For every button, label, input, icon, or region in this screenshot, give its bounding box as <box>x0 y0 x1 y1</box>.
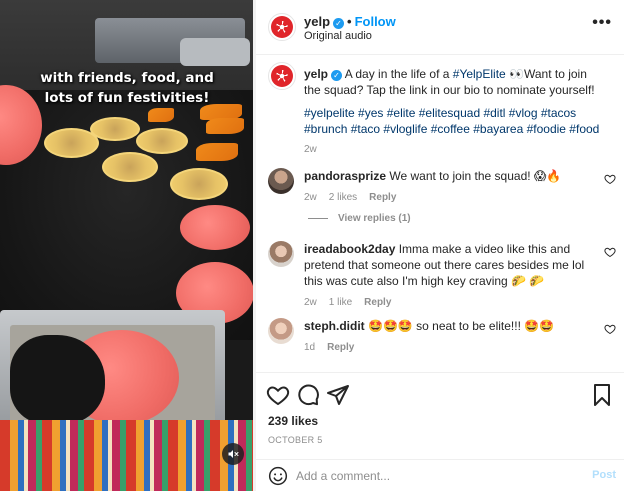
heart-icon[interactable] <box>604 173 616 185</box>
emoji-icon[interactable] <box>268 466 288 486</box>
yelp-logo-icon <box>271 65 293 87</box>
caption-hashtags[interactable]: #yelpelite #yes #elite #elitesquad #ditl… <box>304 105 604 137</box>
overlay-line-2: lots of fun festivities! <box>44 90 210 106</box>
comment-meta: 2w 1 like Reply <box>304 295 596 311</box>
post-details-panel: yelp ✓ • Follow Original audio ••• yelp ✓ A … <box>256 0 624 491</box>
audio-label[interactable]: Original audio <box>304 30 372 42</box>
comment-icon[interactable] <box>296 383 320 407</box>
caption-inline-hashtag[interactable]: #YelpElite <box>453 67 506 81</box>
comment-body: steph.didit 🤩🤩🤩 so neat to be elite!!! 🤩… <box>304 318 596 356</box>
fried-taco-image <box>196 143 238 161</box>
comment-username[interactable]: ireadabook2day <box>304 242 395 256</box>
view-replies-label: View replies (1) <box>338 213 411 224</box>
comment-body: pandorasprize We want to join the squad!… <box>304 168 596 206</box>
comment-likes[interactable]: 2 likes <box>329 192 357 203</box>
verified-badge-icon: ✓ <box>333 18 345 29</box>
avatar[interactable] <box>268 241 294 267</box>
overlay-line-1: with friends, food, and <box>40 70 214 86</box>
comment-meta: 1d Reply <box>304 340 596 356</box>
taco-image <box>90 117 140 141</box>
add-comment-bar: Post <box>256 459 624 491</box>
post-caption: yelp ✓ A day in the life of a #YelpElite … <box>304 66 604 158</box>
separator-dot: • <box>347 14 352 29</box>
replies-divider-line <box>308 217 328 219</box>
reply-button[interactable]: Reply <box>364 297 391 308</box>
taco-image <box>136 128 188 154</box>
caption-username[interactable]: yelp <box>304 67 328 81</box>
comment-likes[interactable]: 1 like <box>329 297 352 308</box>
mute-button[interactable] <box>222 443 244 465</box>
taco-image <box>170 168 228 200</box>
avatar[interactable] <box>268 13 296 41</box>
comment-time: 2w <box>304 297 317 308</box>
heart-icon[interactable] <box>604 246 616 258</box>
post-actions-bar <box>256 372 624 417</box>
verified-badge-icon: ✓ <box>331 70 343 81</box>
comment-text: We want to join the squad! 😱🔥 <box>389 169 562 183</box>
header-user-line: yelp ✓ • Follow <box>304 14 396 29</box>
reply-button[interactable]: Reply <box>369 192 396 203</box>
reply-button[interactable]: Reply <box>327 342 354 353</box>
serape-blanket <box>0 420 253 491</box>
follow-button[interactable]: Follow <box>355 14 396 29</box>
share-icon[interactable] <box>326 383 350 407</box>
post-date: OCTOBER 5 <box>268 435 323 445</box>
comment-input[interactable] <box>296 466 566 486</box>
post-button[interactable]: Post <box>592 469 616 481</box>
pot-image <box>180 38 250 66</box>
comment-time: 2w <box>304 192 317 203</box>
bookmark-icon[interactable] <box>590 383 614 407</box>
header-username[interactable]: yelp <box>304 14 330 29</box>
yelp-logo-icon <box>271 16 293 38</box>
avatar[interactable] <box>268 168 294 194</box>
video-player[interactable]: with friends, food, and lots of fun fest… <box>0 0 253 491</box>
comment-time: 1d <box>304 342 316 353</box>
avatar[interactable] <box>268 62 296 90</box>
caption-timestamp: 2w <box>304 144 317 155</box>
comment-username[interactable]: pandorasprize <box>304 169 386 183</box>
fried-taco-image <box>148 108 174 122</box>
caption-text-start: A day in the life of a <box>344 67 453 81</box>
heart-icon[interactable] <box>266 383 290 407</box>
comment-body: ireadabook2day Imma make a video like th… <box>304 241 596 311</box>
gloved-hand-image <box>10 335 105 425</box>
speaker-muted-icon <box>228 450 239 458</box>
comments-scroll-area[interactable]: yelp ✓ A day in the life of a #YelpElite … <box>256 56 624 372</box>
heart-icon[interactable] <box>604 323 616 335</box>
likes-count[interactable]: 239 likes <box>268 414 318 428</box>
video-overlay-text: with friends, food, and lots of fun fest… <box>22 68 232 108</box>
post-header: yelp ✓ • Follow Original audio ••• <box>256 0 624 55</box>
comment-text: 🤩🤩🤩 so neat to be elite!!! 🤩🤩 <box>368 319 555 333</box>
taco-image <box>102 152 158 182</box>
comment-meta: 2w 2 likes Reply <box>304 190 596 206</box>
fried-taco-image <box>206 118 244 134</box>
comment-username[interactable]: steph.didit <box>304 319 365 333</box>
avatar[interactable] <box>268 318 294 344</box>
more-options-icon[interactable]: ••• <box>592 14 612 32</box>
tortilla-image <box>180 205 250 250</box>
view-replies-button[interactable]: View replies (1) <box>308 213 411 224</box>
